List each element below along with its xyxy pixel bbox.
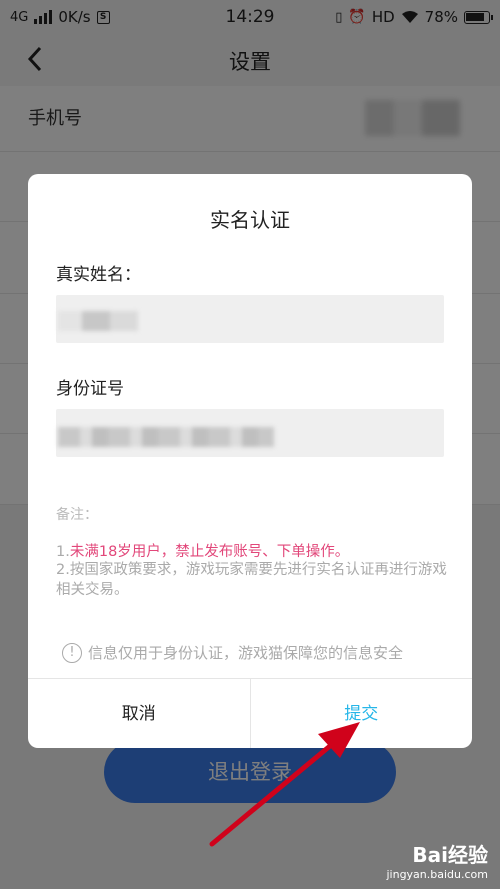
real-name-value-blurred: [58, 311, 138, 331]
id-number-label: 身份证号: [56, 379, 124, 399]
exclamation-circle-icon: !: [62, 642, 82, 663]
real-name-label: 真实姓名：: [56, 265, 141, 285]
watermark-brand: Bai经验: [412, 843, 488, 867]
submit-button[interactable]: 提交: [251, 679, 473, 748]
note-underage-warning: 1.未满18岁用户，禁止发布账号、下单操作。: [56, 540, 349, 561]
note1-text: 未满18岁用户，禁止发布账号、下单操作。: [69, 544, 350, 560]
dialog-title: 实名认证: [210, 208, 290, 232]
note1-prefix: 1.: [56, 544, 70, 560]
cancel-button[interactable]: 取消: [28, 679, 251, 748]
id-number-value-blurred: [58, 427, 274, 447]
real-name-dialog: 实名认证 真实姓名： 身份证号 备注： 1.未满18岁用户，禁止发布账号、下单操…: [28, 174, 472, 748]
privacy-info: ! 信息仅用于身份认证，游戏猫保障您的信息安全: [62, 642, 403, 663]
privacy-info-text: 信息仅用于身份认证，游戏猫保障您的信息安全: [88, 644, 404, 662]
dialog-button-bar: 取消 提交: [28, 678, 472, 748]
note-policy: 2.按国家政策要求，游戏玩家需要先进行实名认证再进行游戏相关交易。: [56, 562, 447, 598]
note-title: 备注：: [56, 507, 98, 523]
watermark-url: jingyan.baidu.com: [386, 868, 488, 881]
baidu-watermark: Bai经验 jingyan.baidu.com: [386, 839, 488, 881]
